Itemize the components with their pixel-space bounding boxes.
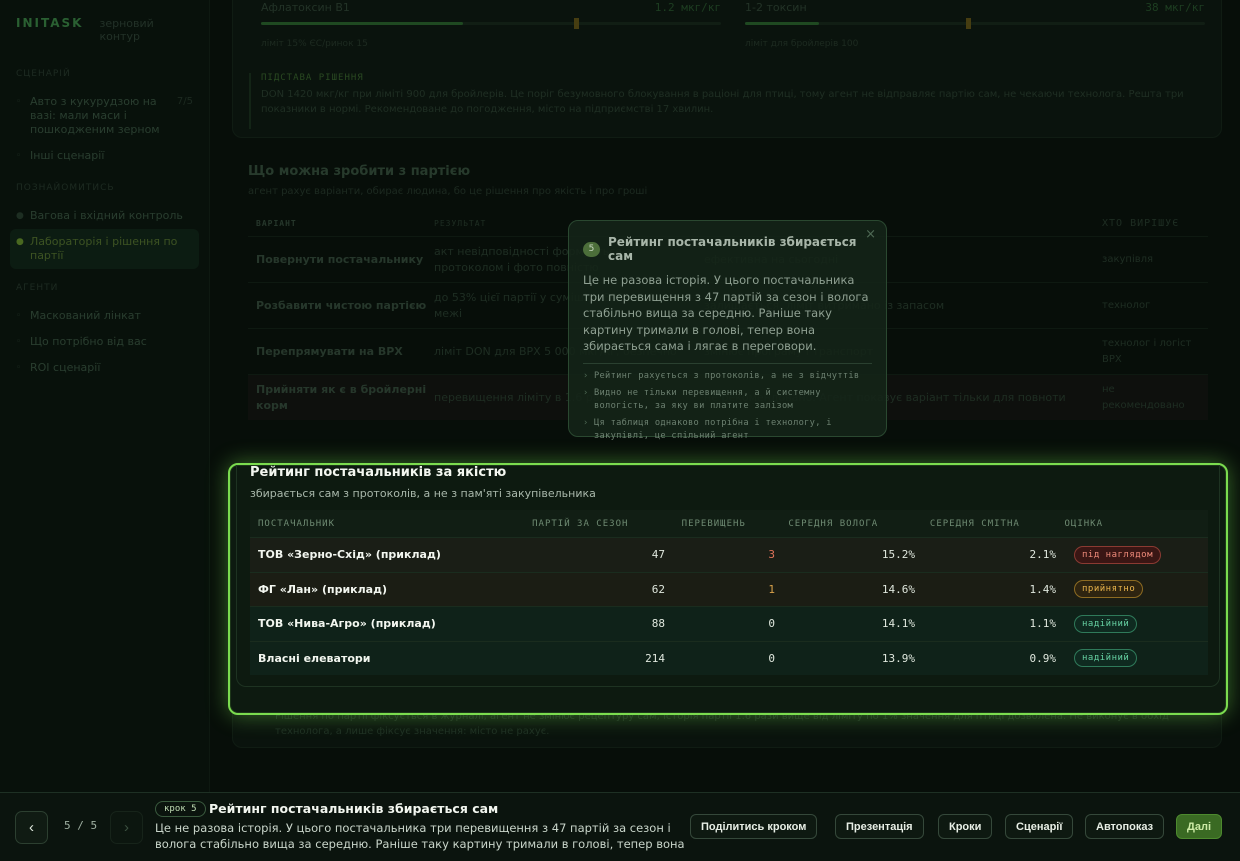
list-item: Ця таблиця однаково потрібна і технологу… [583, 417, 872, 443]
tour-tooltip: 5 Рейтинг постачальників збирається сам … [568, 220, 887, 441]
avg-moisture: 15.2% [881, 548, 915, 562]
supplier-name: ТОВ «Зерно-Схід» (приклад) [258, 548, 441, 562]
list-item: Видно не тільки перевищення, а й системн… [583, 387, 872, 413]
supplier-rating-subtitle: збирається сам з протоколів, а не з пам'… [250, 487, 596, 500]
supplier-name: Власні елеватори [258, 651, 371, 665]
supplier-name: ТОВ «Нива-Агро» (приклад) [258, 617, 436, 631]
lots-count: 62 [651, 582, 665, 596]
status-badge: прийнятно [1074, 580, 1144, 599]
column-header: ОЦІНКА [1064, 518, 1104, 529]
avg-moisture: 13.9% [881, 651, 915, 665]
rating-cell: під наглядом [1056, 545, 1206, 564]
presentation-button[interactable]: Презентація [835, 814, 924, 839]
status-badge: надійний [1074, 649, 1138, 668]
avg-trash: 1.1% [1029, 617, 1057, 631]
steps-button[interactable]: Кроки [938, 814, 993, 839]
supplier-rating-card: Рейтинг постачальників за якістю збираєт… [228, 463, 1228, 715]
next-step-button[interactable]: › [110, 811, 143, 844]
column-header: ПОСТАЧАЛЬНИК [258, 518, 336, 529]
rating-cell: прийнятно [1056, 580, 1206, 599]
table-row[interactable]: ТОВ «Зерно-Схід» (приклад) 47 3 15.2% 2.… [250, 537, 1208, 572]
tooltip-bullets: Рейтинг рахується з протоколів, а не з в… [583, 370, 872, 443]
column-header: ПЕРЕВИЩЕНЬ [681, 518, 746, 529]
prev-step-button[interactable]: ‹ [15, 811, 48, 844]
table-row[interactable]: ТОВ «Нива-Агро» (приклад) 88 0 14.1% 1.1… [250, 606, 1208, 641]
exceed-count: 0 [768, 651, 775, 665]
step-number-badge: 5 [583, 241, 600, 257]
table-row[interactable]: Власні елеватори 214 0 13.9% 0.9% надійн… [250, 640, 1208, 675]
scenarios-button[interactable]: Сценарії [1005, 814, 1074, 839]
step-title: Рейтинг постачальників збирається сам [209, 801, 499, 816]
table-header: ПОСТАЧАЛЬНИК ПАРТІЙ ЗА СЕЗОН ПЕРЕВИЩЕНЬ … [250, 510, 1208, 537]
tooltip-body: Це не разова історія. У цього постачальн… [583, 273, 869, 353]
lots-count: 88 [651, 617, 665, 631]
avg-moisture: 14.6% [881, 582, 915, 596]
column-header: ПАРТІЙ ЗА СЕЗОН [532, 518, 629, 529]
column-header: СЕРЕДНЯ СМІТНА [929, 518, 1020, 529]
share-step-button[interactable]: Поділитись кроком [690, 814, 818, 839]
avg-trash: 1.4% [1029, 582, 1057, 596]
autoplay-button[interactable]: Автопоказ [1085, 814, 1165, 839]
supplier-name: ФГ «Лан» (приклад) [258, 582, 388, 596]
step-description: Це не разова історія. У цього постачальн… [155, 821, 685, 851]
step-badge: крок 5 [155, 801, 206, 817]
list-item: Рейтинг рахується з протоколів, а не з в… [583, 370, 872, 383]
supplier-rating-table: ПОСТАЧАЛЬНИК ПАРТІЙ ЗА СЕЗОН ПЕРЕВИЩЕНЬ … [250, 510, 1208, 675]
supplier-rating-title: Рейтинг постачальників за якістю [250, 465, 507, 480]
exceed-count: 0 [768, 617, 775, 631]
close-icon[interactable]: × [865, 227, 876, 242]
next-button[interactable]: Далі [1176, 814, 1222, 839]
step-pager: 5 / 5 [64, 819, 98, 832]
status-badge: надійний [1074, 614, 1138, 633]
avg-moisture: 14.1% [881, 617, 915, 631]
exceed-count: 3 [768, 548, 775, 562]
rating-cell: надійний [1056, 649, 1206, 668]
tooltip-header: 5 Рейтинг постачальників збирається сам [583, 235, 872, 263]
table-row[interactable]: ФГ «Лан» (приклад) 62 1 14.6% 1.4% прийн… [250, 571, 1208, 606]
rating-cell: надійний [1056, 614, 1206, 633]
avg-trash: 2.1% [1029, 548, 1057, 562]
column-header: СЕРЕДНЯ ВОЛОГА [788, 518, 879, 529]
exceed-count: 1 [768, 582, 775, 596]
divider [583, 362, 872, 364]
avg-trash: 0.9% [1029, 651, 1057, 665]
lots-count: 214 [645, 651, 665, 665]
lots-count: 47 [651, 548, 665, 562]
tooltip-title: Рейтинг постачальників збирається сам [608, 235, 857, 263]
status-badge: під наглядом [1074, 545, 1162, 564]
